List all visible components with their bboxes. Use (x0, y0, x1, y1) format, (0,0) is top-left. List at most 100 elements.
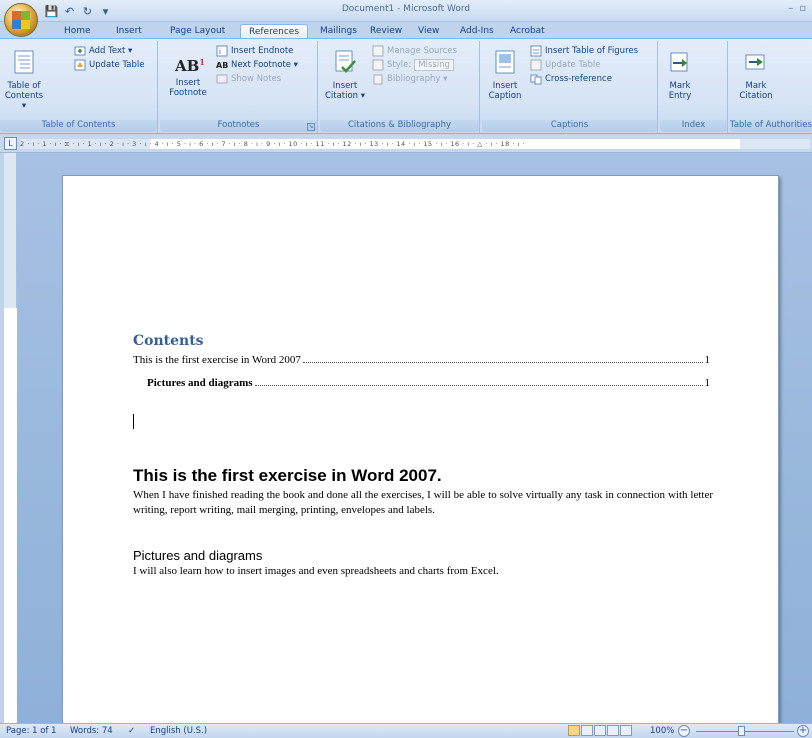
document-area[interactable]: Contents This is the first exercise in W… (17, 153, 812, 735)
group-index: Mark Entry Index (660, 41, 728, 133)
toc-heading[interactable]: Contents (133, 333, 204, 349)
tab-references[interactable]: References (240, 24, 309, 39)
next-footnote-button[interactable]: AB Next Footnote ▾ (216, 59, 298, 71)
show-notes-icon (216, 74, 228, 84)
status-bar: Page: 1 of 1 Words: 74 ✓ English (U.S.) … (0, 723, 812, 738)
toc-entry-text: This is the first exercise in Word 2007 (133, 354, 301, 366)
zoom-slider-thumb[interactable] (738, 726, 745, 736)
tab-selector-button[interactable]: L (4, 137, 17, 150)
body-paragraph[interactable]: I will also learn how to insert images a… (133, 564, 713, 579)
insert-caption-button[interactable]: Insert Caption (486, 49, 524, 101)
document-page[interactable]: Contents This is the first exercise in W… (62, 175, 779, 735)
mark-entry-button[interactable]: Mark Entry (662, 49, 698, 101)
heading-2[interactable]: Pictures and diagrams (133, 548, 262, 563)
draft-view-icon[interactable] (620, 725, 632, 736)
insert-endnote-button[interactable]: i Insert Endnote (216, 45, 293, 57)
manage-sources-label: Manage Sources (387, 46, 458, 56)
update-table-icon (74, 59, 86, 71)
toc-entry-page: 1 (704, 354, 711, 366)
bibliography-button[interactable]: Bibliography ▾ (372, 73, 447, 85)
toc-entry[interactable]: This is the first exercise in Word 2007 … (133, 354, 710, 366)
toc-entry[interactable]: Pictures and diagrams 1 (133, 377, 710, 389)
mark-citation-button[interactable]: Mark Citation (736, 49, 776, 101)
tab-insert[interactable]: Insert (108, 24, 150, 39)
footnotes-dialog-launcher[interactable]: ↘ (307, 123, 315, 131)
update-table-button[interactable]: Update Table (74, 59, 144, 71)
ribbon-tabs: Home Insert Page Layout References Maili… (0, 22, 812, 39)
tab-mailings[interactable]: Mailings (312, 24, 365, 39)
group-footnotes: AB1 Insert Footnote i Insert Endnote AB … (160, 41, 318, 133)
body-paragraph[interactable]: When I have finished reading the book an… (133, 488, 713, 518)
title-bar: 💾 ↶ ↻ ▾ Document1 - Microsoft Word – ▫ (0, 0, 812, 22)
cross-reference-label: Cross-reference (545, 74, 612, 84)
toc-entry-text: Pictures and diagrams (147, 377, 253, 389)
zoom-slider-track[interactable] (696, 731, 794, 732)
heading-1[interactable]: This is the first exercise in Word 2007. (133, 466, 442, 486)
view-buttons (568, 725, 632, 736)
add-text-icon (74, 46, 86, 56)
bibliography-icon (373, 74, 383, 85)
tab-home[interactable]: Home (56, 24, 99, 39)
zoom-level[interactable]: 100% (650, 726, 674, 736)
group-label-toa: Table of Authorities (730, 120, 812, 132)
page-count[interactable]: Page: 1 of 1 (6, 726, 57, 736)
mark-citation-label: Mark Citation (739, 81, 773, 101)
maximize-button[interactable]: ▫ (799, 3, 806, 14)
insert-footnote-label: Insert Footnote (169, 78, 207, 98)
outline-view-icon[interactable] (607, 725, 619, 736)
office-button[interactable] (4, 3, 38, 37)
svg-text:i: i (219, 48, 221, 56)
update-figures-table-button[interactable]: Update Table (530, 59, 600, 71)
group-label-captions: Captions (482, 120, 657, 132)
ruler-marks: 2 · ı · 1 · ı · ⧖ · ı · 1 · ı · 2 · ı · … (20, 140, 525, 148)
group-label-index: Index (660, 120, 727, 132)
proofing-icon[interactable]: ✓ (128, 726, 135, 736)
group-label-citations: Citations & Bibliography (320, 120, 479, 132)
tab-acrobat[interactable]: Acrobat (502, 24, 553, 39)
insert-footnote-icon: AB1 (175, 57, 205, 75)
zoom-out-button[interactable]: − (678, 725, 690, 737)
cross-reference-icon (530, 74, 542, 85)
horizontal-ruler[interactable]: L 2 · ı · 1 · ı · ⧖ · ı · 1 · ı · 2 · ı … (0, 135, 812, 153)
mark-entry-icon (670, 52, 688, 72)
add-text-button[interactable]: Add Text ▾ (74, 45, 132, 57)
ribbon: Table of Contents ▾ Add Text ▾ Update Ta… (0, 38, 812, 134)
web-layout-view-icon[interactable] (594, 725, 606, 736)
insert-endnote-label: Insert Endnote (231, 46, 294, 56)
zoom-in-button[interactable]: + (797, 725, 809, 737)
insert-citation-label: Insert Citation ▾ (324, 81, 366, 101)
insert-endnote-icon: i (216, 45, 228, 57)
table-of-contents-button[interactable]: Table of Contents ▾ (2, 49, 46, 111)
svg-text:AB: AB (216, 61, 228, 70)
manage-sources-button[interactable]: Manage Sources (372, 45, 457, 57)
tab-add-ins[interactable]: Add-Ins (452, 24, 502, 39)
group-table-of-authorities: Mark Citation Table of Authorities (730, 41, 812, 133)
toc-entry-page: 1 (704, 377, 711, 389)
update-figures-table-icon (530, 59, 542, 71)
word-count[interactable]: Words: 74 (70, 726, 113, 736)
update-figures-table-label: Update Table (545, 60, 601, 70)
language-indicator[interactable]: English (U.S.) (150, 726, 207, 736)
tab-page-layout[interactable]: Page Layout (162, 24, 233, 39)
insert-footnote-button[interactable]: AB1 Insert Footnote (168, 49, 208, 98)
tab-view[interactable]: View (410, 24, 447, 39)
text-cursor (133, 414, 134, 429)
cross-reference-button[interactable]: Cross-reference (530, 73, 612, 85)
print-layout-view-icon[interactable] (568, 725, 580, 736)
show-notes-button[interactable]: Show Notes (216, 73, 281, 85)
style-dropdown[interactable]: Missing (414, 59, 454, 71)
group-label-footnotes: Footnotes (160, 120, 317, 132)
tab-review[interactable]: Review (362, 24, 410, 39)
table-of-figures-icon (530, 45, 542, 57)
insert-table-of-figures-label: Insert Table of Figures (545, 46, 639, 56)
ruler-strip: 2 · ı · 1 · ı · ⧖ · ı · 1 · ı · 2 · ı · … (20, 139, 810, 149)
style-selector[interactable]: Style: Missing (372, 59, 454, 71)
insert-citation-button[interactable]: Insert Citation ▾ (324, 49, 366, 101)
minimize-button[interactable]: – (788, 3, 793, 14)
office-logo-icon (12, 11, 30, 29)
mark-citation-icon (745, 54, 765, 70)
vertical-ruler[interactable] (4, 153, 17, 723)
insert-caption-label: Insert Caption (488, 81, 522, 101)
full-screen-reading-view-icon[interactable] (581, 725, 593, 736)
insert-table-of-figures-button[interactable]: Insert Table of Figures (530, 45, 638, 57)
